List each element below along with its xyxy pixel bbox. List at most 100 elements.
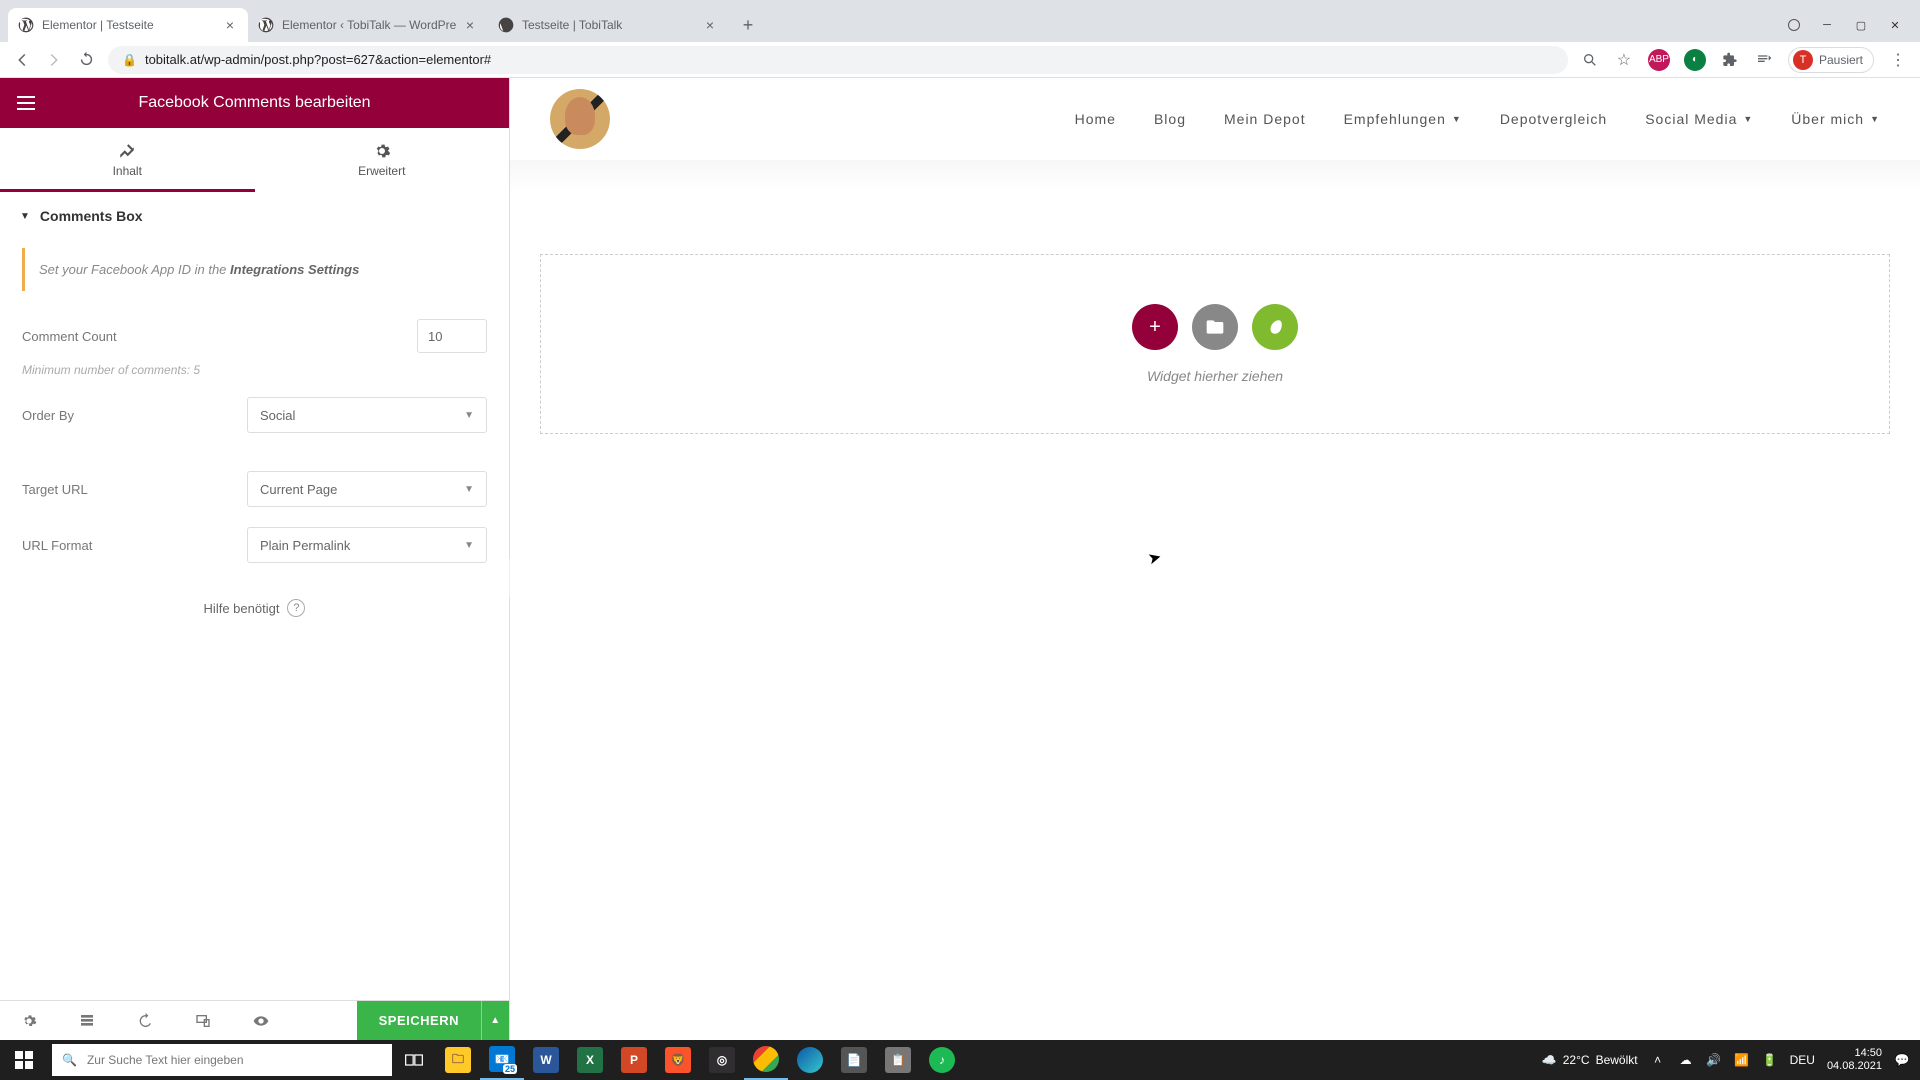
avatar: T <box>1793 50 1813 70</box>
save-options-button[interactable]: ▲ <box>481 1001 509 1041</box>
account-indicator-icon[interactable] <box>1788 19 1800 31</box>
maximize-icon[interactable]: ▢ <box>1854 18 1868 32</box>
browser-tab[interactable]: Testseite | TobiTalk × <box>488 8 728 42</box>
battery-icon[interactable]: 🔋 <box>1762 1052 1778 1068</box>
nav-blog[interactable]: Blog <box>1154 111 1186 127</box>
app-icon-1[interactable]: 📄 <box>832 1040 876 1080</box>
powerpoint-icon[interactable]: P <box>612 1040 656 1080</box>
profile-pause-pill[interactable]: T Pausiert <box>1788 47 1874 73</box>
sidebar-tabs: Inhalt Erweitert <box>0 128 509 192</box>
widget-drop-area[interactable]: + Widget hierher ziehen <box>540 254 1890 434</box>
volume-icon[interactable]: 🔊 <box>1706 1052 1722 1068</box>
forward-icon <box>44 50 64 70</box>
url-format-label: URL Format <box>22 538 92 553</box>
outlook-icon[interactable]: 📧25 <box>480 1040 524 1080</box>
nav-about[interactable]: Über mich▼ <box>1791 111 1880 127</box>
taskbar-search[interactable]: 🔍 Zur Suche Text hier eingeben <box>52 1044 392 1076</box>
section-comments-box[interactable]: ▼ Comments Box <box>0 192 509 240</box>
file-explorer-icon[interactable]: 🗀 <box>436 1040 480 1080</box>
onedrive-icon[interactable]: ☁ <box>1678 1052 1694 1068</box>
menu-icon[interactable] <box>14 91 38 115</box>
extension-green-icon[interactable]: ◐ <box>1684 49 1706 71</box>
tray-chevron-icon[interactable]: ˄ <box>1650 1052 1666 1068</box>
history-icon[interactable] <box>116 1001 174 1041</box>
widgets-grid-icon[interactable] <box>471 91 495 115</box>
tab-advanced[interactable]: Erweitert <box>255 128 510 192</box>
obs-icon[interactable]: ◎ <box>700 1040 744 1080</box>
language-indicator[interactable]: DEU <box>1790 1053 1815 1067</box>
site-nav: Home Blog Mein Depot Empfehlungen▼ Depot… <box>1075 111 1880 127</box>
new-tab-button[interactable]: + <box>734 11 762 39</box>
kebab-menu-icon[interactable]: ⋮ <box>1888 50 1908 70</box>
pause-label: Pausiert <box>1819 53 1863 67</box>
minimize-icon[interactable]: ─ <box>1820 18 1834 32</box>
extensions-icon[interactable] <box>1720 50 1740 70</box>
notice-link[interactable]: Integrations Settings <box>230 262 359 277</box>
wifi-icon[interactable]: 📶 <box>1734 1052 1750 1068</box>
chevron-down-icon: ▼ <box>464 540 474 551</box>
brave-icon[interactable]: 🦁 <box>656 1040 700 1080</box>
save-button[interactable]: SPEICHERN <box>357 1013 481 1028</box>
spotify-icon[interactable]: ♪ <box>920 1040 964 1080</box>
nav-empfehlungen[interactable]: Empfehlungen▼ <box>1344 111 1462 127</box>
add-section-button[interactable]: + <box>1132 304 1178 350</box>
preview-icon[interactable] <box>232 1001 290 1041</box>
target-url-label: Target URL <box>22 482 88 497</box>
template-library-button[interactable] <box>1192 304 1238 350</box>
back-icon[interactable] <box>12 50 32 70</box>
weather-widget[interactable]: ☁️ 22°C Bewölkt <box>1542 1053 1638 1067</box>
navigator-icon[interactable] <box>58 1001 116 1041</box>
nav-depot[interactable]: Mein Depot <box>1224 111 1306 127</box>
nav-social[interactable]: Social Media▼ <box>1645 111 1753 127</box>
header-shadow <box>510 160 1920 194</box>
close-icon[interactable]: × <box>702 17 718 33</box>
sidebar-title: Facebook Comments bearbeiten <box>138 94 370 112</box>
window-controls: ─ ▢ ✕ <box>1778 8 1920 42</box>
chevron-down-icon: ▼ <box>464 410 474 421</box>
browser-tab-strip: Elementor | Testseite × Elementor ‹ Tobi… <box>0 0 1920 42</box>
zoom-icon[interactable] <box>1580 50 1600 70</box>
comment-count-hint: Minimum number of comments: 5 <box>0 363 509 387</box>
target-url-select[interactable]: Current Page ▼ <box>247 471 487 507</box>
url-input[interactable]: 🔒 tobitalk.at/wp-admin/post.php?post=627… <box>108 46 1568 74</box>
order-by-select[interactable]: Social ▼ <box>247 397 487 433</box>
edge-icon[interactable] <box>788 1040 832 1080</box>
task-view-icon[interactable] <box>392 1040 436 1080</box>
extension-abp-icon[interactable]: ABP <box>1648 49 1670 71</box>
start-button[interactable] <box>0 1040 48 1080</box>
nav-depotvergleich[interactable]: Depotvergleich <box>1500 111 1607 127</box>
site-logo[interactable] <box>550 89 610 149</box>
reading-list-icon[interactable] <box>1754 50 1774 70</box>
integration-notice: Set your Facebook App ID in the Integrat… <box>22 248 487 291</box>
close-icon[interactable]: × <box>462 17 478 33</box>
url-text: tobitalk.at/wp-admin/post.php?post=627&a… <box>145 52 491 67</box>
tab-content[interactable]: Inhalt <box>0 128 255 192</box>
responsive-icon[interactable] <box>174 1001 232 1041</box>
settings-icon[interactable] <box>0 1001 58 1041</box>
close-window-icon[interactable]: ✕ <box>1888 18 1902 32</box>
field-order-by: Order By Social ▼ <box>0 387 509 443</box>
word-icon[interactable]: W <box>524 1040 568 1080</box>
target-url-value: Current Page <box>260 482 337 497</box>
save-label: SPEICHERN <box>379 1013 459 1028</box>
comment-count-input[interactable] <box>417 319 487 353</box>
app-icon-2[interactable]: 📋 <box>876 1040 920 1080</box>
bookmark-icon[interactable]: ☆ <box>1614 50 1634 70</box>
reload-icon[interactable] <box>76 50 96 70</box>
notifications-icon[interactable]: 💬 <box>1894 1052 1910 1068</box>
help-link[interactable]: Hilfe benötigt ? <box>0 573 509 643</box>
browser-tab[interactable]: Elementor ‹ TobiTalk — WordPre × <box>248 8 488 42</box>
tab-title: Elementor | Testseite <box>42 18 222 32</box>
clock-date: 04.08.2021 <box>1827 1060 1882 1073</box>
nav-home[interactable]: Home <box>1075 111 1116 127</box>
taskbar-clock[interactable]: 14:50 04.08.2021 <box>1827 1047 1882 1073</box>
url-format-select[interactable]: Plain Permalink ▼ <box>247 527 487 563</box>
envato-button[interactable] <box>1252 304 1298 350</box>
browser-tab-active[interactable]: Elementor | Testseite × <box>8 8 248 42</box>
chrome-icon[interactable] <box>744 1040 788 1080</box>
editor-canvas[interactable]: Home Blog Mein Depot Empfehlungen▼ Depot… <box>510 78 1920 1040</box>
order-by-label: Order By <box>22 408 74 423</box>
excel-icon[interactable]: X <box>568 1040 612 1080</box>
weather-text: Bewölkt <box>1596 1053 1638 1067</box>
close-icon[interactable]: × <box>222 17 238 33</box>
